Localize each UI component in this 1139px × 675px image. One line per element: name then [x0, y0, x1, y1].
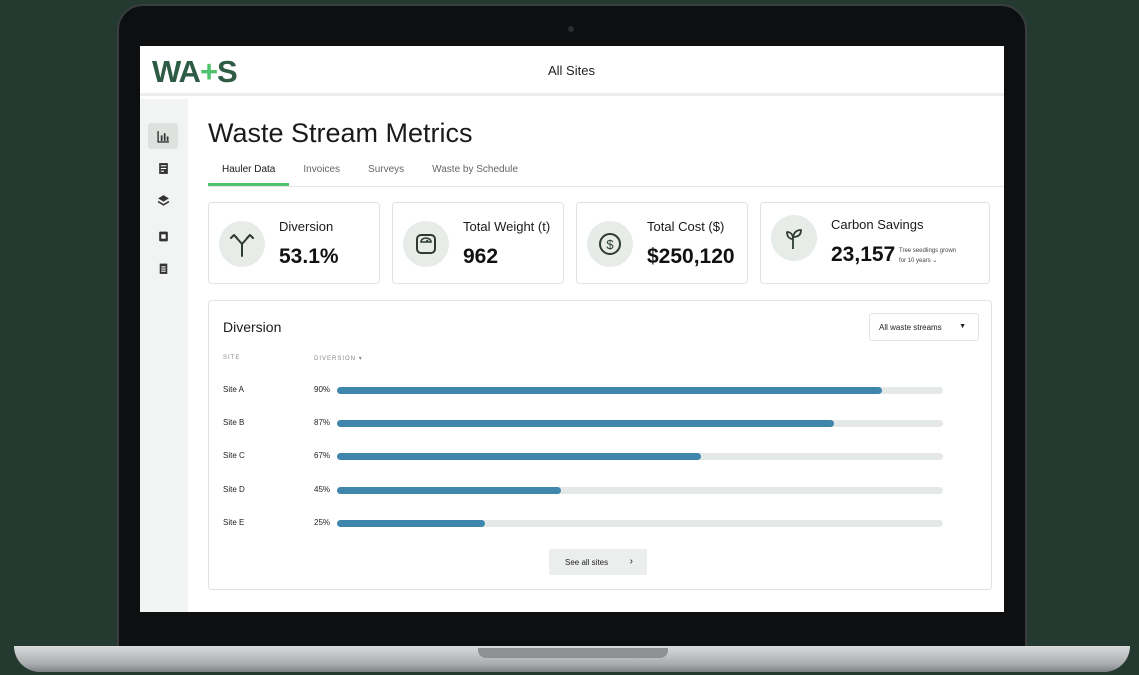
- metric-value: $250,120: [647, 245, 735, 268]
- diversion-percent: 45%: [314, 485, 331, 494]
- tab-bar: Hauler Data Invoices Surveys Waste by Sc…: [208, 162, 532, 188]
- scale-icon: [403, 221, 449, 267]
- carbon-note[interactable]: Tree seedlings grown for 10 years ⌄: [899, 246, 979, 266]
- site-name: Site A: [223, 385, 244, 394]
- sidebar-item-documents[interactable]: [148, 155, 178, 181]
- metric-card-total-weight: Total Weight (t) 962: [392, 202, 564, 284]
- sprout-icon: [771, 215, 817, 261]
- sidebar-item-metrics[interactable]: [148, 123, 178, 149]
- site-name: Site D: [223, 485, 245, 494]
- progress-track: [337, 487, 943, 494]
- progress-track: [337, 420, 943, 427]
- camera-dot: [568, 26, 574, 32]
- table-row[interactable]: Site C 67%: [223, 451, 963, 465]
- layers-icon: [157, 194, 169, 206]
- see-all-sites-button[interactable]: See all sites ›: [549, 549, 647, 575]
- dollar-icon: $: [587, 221, 633, 267]
- tab-waste-by-schedule[interactable]: Waste by Schedule: [418, 162, 532, 186]
- metric-label: Carbon Savings: [831, 217, 924, 232]
- diversion-percent: 67%: [314, 451, 331, 460]
- tab-surveys[interactable]: Surveys: [354, 162, 418, 186]
- metric-label: Diversion: [279, 219, 334, 234]
- sidebar-item-files[interactable]: [148, 223, 178, 249]
- diversion-percent: 87%: [314, 418, 331, 427]
- diversion-panel: Diversion All waste streams ▼ SITE DIVERS…: [208, 300, 992, 590]
- laptop-notch: [478, 648, 668, 658]
- column-header-diversion[interactable]: DIVERSION ▾: [314, 355, 363, 362]
- caret-down-icon: ▼: [959, 323, 966, 330]
- site-name: Site C: [223, 451, 245, 460]
- table-row[interactable]: Site A 90%: [223, 385, 963, 399]
- document-icon: [158, 162, 168, 174]
- wats-logo[interactable]: WA+S: [152, 54, 238, 90]
- metric-value: 53.1%: [279, 245, 339, 268]
- sidebar: [140, 99, 188, 612]
- table-row[interactable]: Site D 45%: [223, 485, 963, 499]
- sort-icon: ▾: [358, 356, 363, 362]
- column-header-site: SITE: [223, 355, 241, 361]
- metric-card-diversion: Diversion 53.1%: [208, 202, 380, 284]
- diversion-percent: 90%: [314, 385, 331, 394]
- progress-track: [337, 387, 943, 394]
- progress-bar: [337, 487, 562, 494]
- chevron-right-icon: ›: [629, 556, 633, 567]
- clipboard-icon: [159, 263, 167, 274]
- metric-label: Total Cost ($): [647, 219, 725, 234]
- sidebar-item-reports[interactable]: [148, 255, 178, 281]
- svg-text:$: $: [606, 237, 614, 252]
- file-icon: [158, 231, 168, 241]
- progress-bar: [337, 453, 701, 460]
- app-screen: WA+S All Sites Waste Stream Metrics Haul…: [140, 46, 1004, 612]
- top-bar: WA+S All Sites: [140, 46, 1004, 96]
- site-selector[interactable]: All Sites: [548, 63, 595, 78]
- site-name: Site B: [223, 418, 245, 427]
- metric-value: 23,157: [831, 243, 896, 266]
- sidebar-item-layers[interactable]: [148, 187, 178, 213]
- table-row[interactable]: Site B 87%: [223, 418, 963, 432]
- page-title: Waste Stream Metrics: [208, 118, 473, 148]
- metric-value: 962: [463, 245, 499, 268]
- chart-icon: [156, 130, 169, 143]
- tab-hauler-data[interactable]: Hauler Data: [208, 162, 290, 186]
- progress-track: [337, 520, 943, 527]
- metric-card-carbon-savings: Carbon Savings 23,157 Tree seedlings gro…: [760, 202, 990, 284]
- chevron-down-icon: ⌄: [932, 258, 938, 264]
- progress-bar: [337, 520, 486, 527]
- diversion-percent: 25%: [314, 518, 331, 527]
- split-arrows-icon: [219, 221, 265, 267]
- tab-invoices[interactable]: Invoices: [289, 162, 354, 186]
- progress-track: [337, 453, 943, 460]
- waste-stream-dropdown[interactable]: All waste streams ▼: [869, 313, 979, 341]
- progress-bar: [337, 420, 834, 427]
- panel-title: Diversion: [223, 319, 282, 335]
- site-name: Site E: [223, 518, 245, 527]
- progress-bar: [337, 387, 883, 394]
- tab-divider: [208, 186, 1004, 187]
- metric-label: Total Weight (t): [463, 219, 551, 234]
- metric-card-total-cost: $ Total Cost ($) $250,120: [576, 202, 748, 284]
- table-row[interactable]: Site E 25%: [223, 518, 963, 532]
